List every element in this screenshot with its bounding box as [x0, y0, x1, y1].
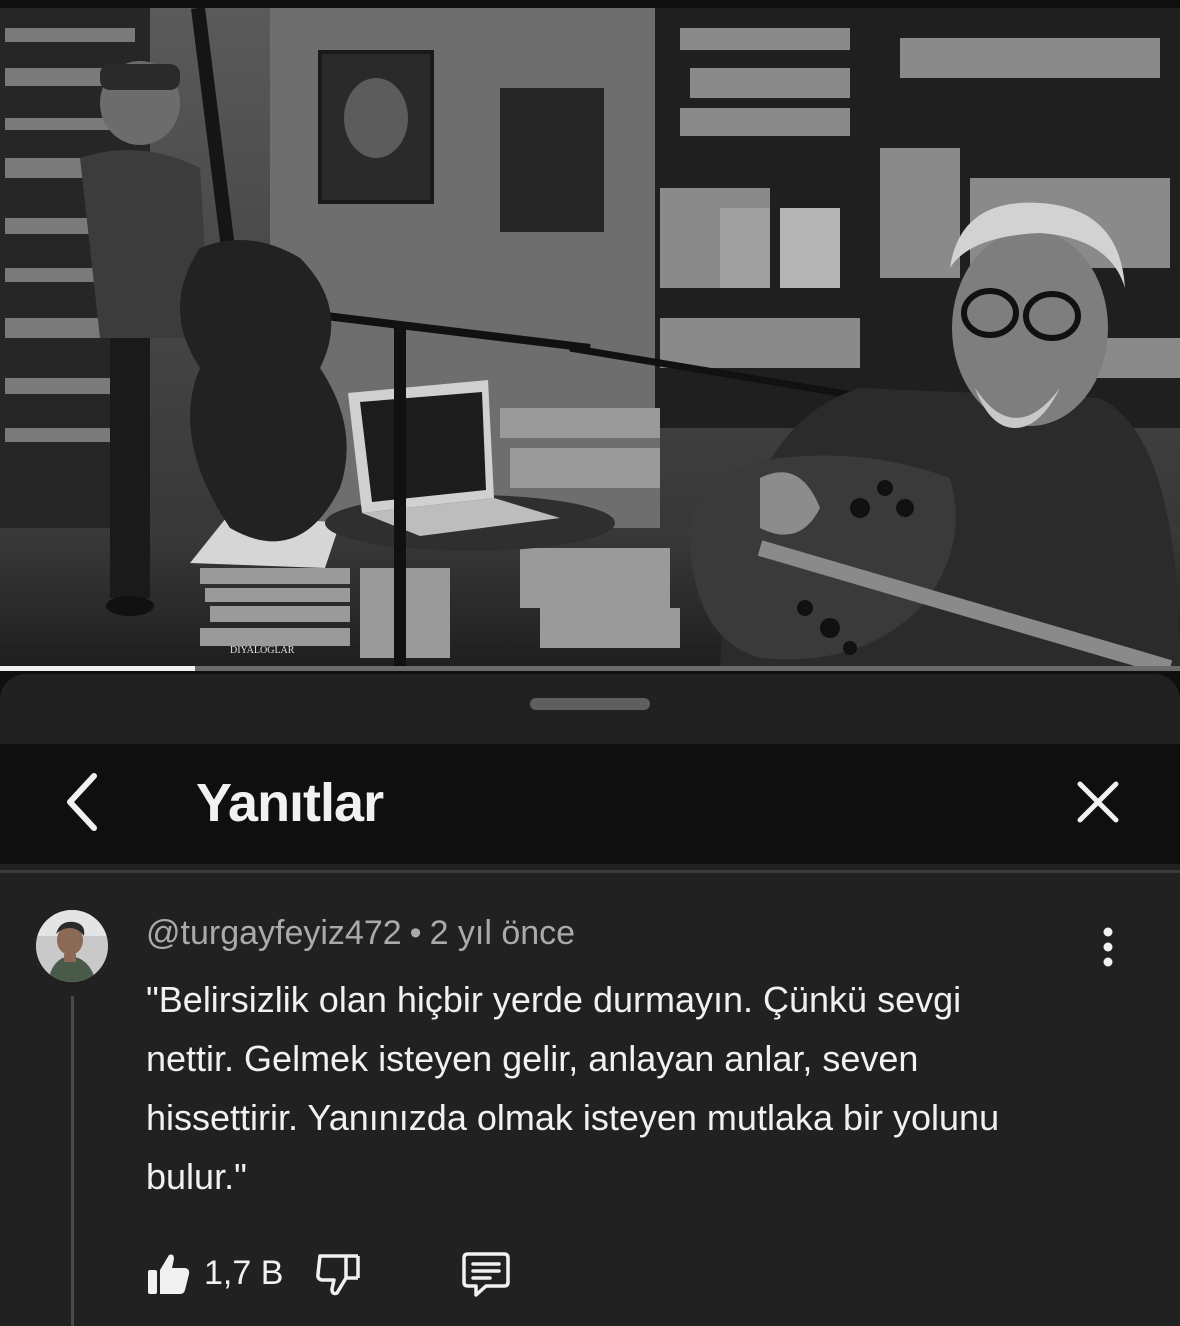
header-divider: [0, 870, 1180, 873]
replies-sheet: Yanıtlar @turgayfeyiz472 • 2 yıl önce "B…: [0, 674, 1180, 1326]
book-spine-text: DIYALOGLAR: [230, 645, 295, 656]
sheet-title: Yanıtlar: [196, 773, 384, 833]
close-button[interactable]: [1066, 770, 1130, 834]
sheet-drag-handle[interactable]: [530, 698, 650, 710]
like-count: 1,7 B: [204, 1254, 284, 1292]
back-button[interactable]: [52, 762, 112, 842]
like-button[interactable]: [140, 1246, 196, 1302]
video-frame: DIYALOGLAR: [0, 8, 1180, 670]
sheet-header: Yanıtlar: [0, 744, 1180, 864]
reply-button[interactable]: [456, 1246, 516, 1302]
thumbs-down-icon: [316, 1254, 360, 1296]
thumbs-up-icon: [148, 1254, 190, 1294]
video-progress-fill: [0, 666, 195, 671]
close-icon: [1077, 781, 1119, 823]
thread-line: [71, 996, 74, 1326]
chevron-left-icon: [67, 773, 97, 831]
comment: @turgayfeyiz472 • 2 yıl önce "Belirsizlik …: [0, 874, 1180, 1326]
meta-separator: •: [409, 914, 422, 952]
comment-icon: [462, 1252, 510, 1297]
comment-meta: @turgayfeyiz472 • 2 yıl önce: [146, 914, 575, 953]
more-vertical-icon: [1103, 927, 1113, 967]
avatar[interactable]: [36, 910, 108, 982]
dislike-button[interactable]: [310, 1246, 366, 1302]
comment-author[interactable]: @turgayfeyiz472: [146, 914, 402, 952]
more-options-button[interactable]: [1088, 922, 1128, 972]
user-avatar-image: [36, 910, 108, 982]
video-player[interactable]: DIYALOGLAR: [0, 8, 1180, 670]
comment-text: "Belirsizlik olan hiçbir yerde durmayın.…: [146, 979, 1000, 1197]
comment-actions: 1,7 B: [140, 1246, 640, 1306]
comment-time: 2 yıl önce: [429, 914, 576, 952]
video-progress-bar[interactable]: [0, 666, 1180, 671]
